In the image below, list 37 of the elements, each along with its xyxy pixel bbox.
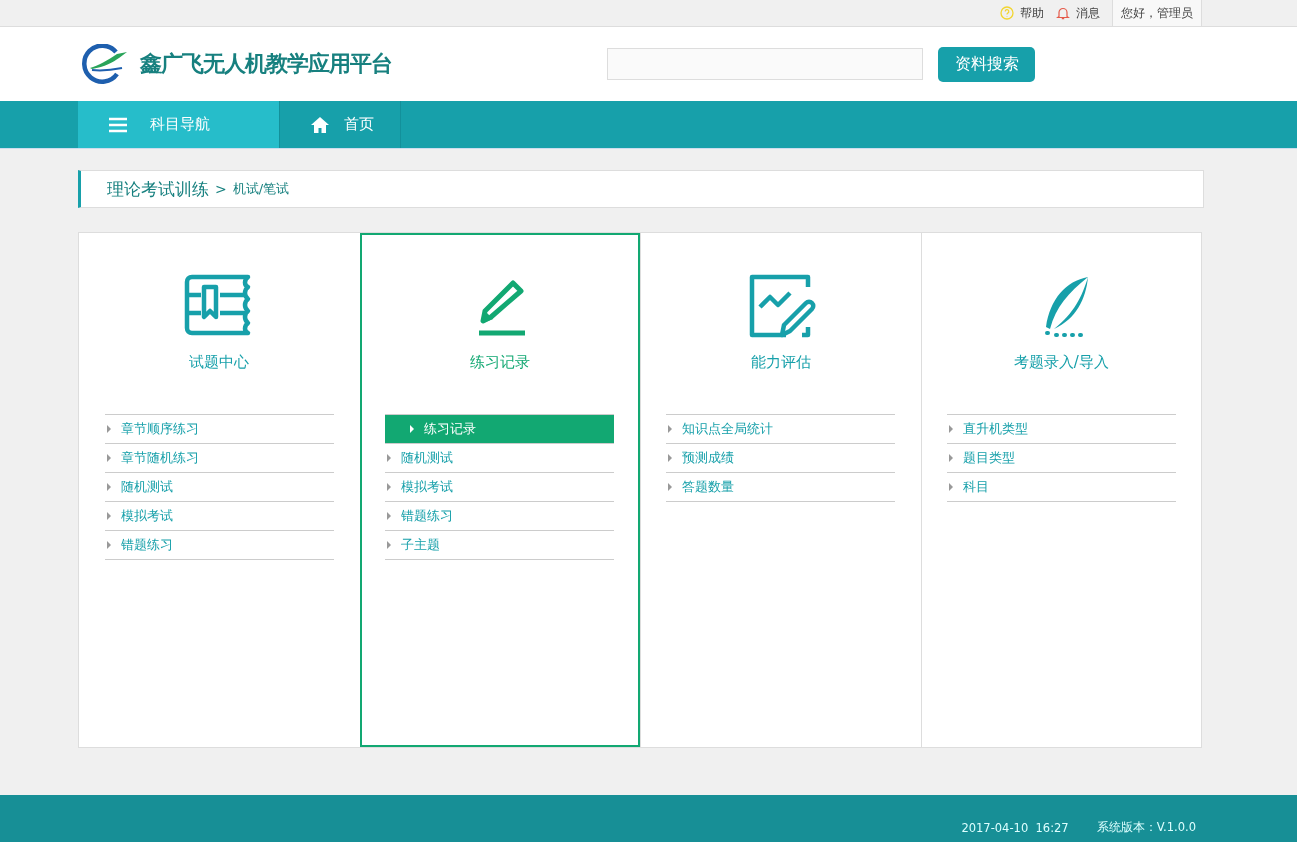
menu-icon xyxy=(108,116,128,133)
menu-item[interactable]: 知识点全局统计 xyxy=(666,415,896,444)
menu-item[interactable]: 模拟考试 xyxy=(385,473,615,502)
messages-link[interactable]: 消息 xyxy=(1056,4,1100,22)
card-title: 考题录入/导入 xyxy=(1013,353,1109,372)
menu-item[interactable]: 错题练习 xyxy=(385,502,615,531)
breadcrumb-page: 机试/笔试 xyxy=(232,180,290,198)
menu-item[interactable]: 随机测试 xyxy=(104,473,334,502)
menu-item[interactable]: 错题练习 xyxy=(104,531,334,560)
menu-item[interactable]: 科目 xyxy=(946,473,1176,502)
home-icon xyxy=(310,115,330,134)
menu-item[interactable]: 题目类型 xyxy=(946,444,1176,473)
menu-item[interactable]: 答题数量 xyxy=(666,473,896,502)
menu-item[interactable]: 练习记录 xyxy=(385,415,615,444)
menu-item[interactable]: 预测成绩 xyxy=(666,444,896,473)
nav-tab[interactable]: 科目导航 xyxy=(78,101,280,148)
card-title: 能力评估 xyxy=(750,353,811,372)
card-title: 练习记录 xyxy=(469,353,530,372)
menu-item[interactable]: 章节顺序练习 xyxy=(104,415,334,444)
menu-item[interactable]: 章节随机练习 xyxy=(104,444,334,473)
menu-item[interactable]: 随机测试 xyxy=(385,444,615,473)
help-icon xyxy=(1000,6,1014,20)
search-field[interactable] xyxy=(607,48,923,80)
menu-item[interactable]: 子主题 xyxy=(385,531,615,560)
footer-version: 系统版本：V.1.0.0 xyxy=(1096,820,1196,835)
user-greeting: 您好，管理员 xyxy=(1112,0,1202,26)
help-link[interactable]: 帮助 xyxy=(1000,4,1044,22)
bell-icon xyxy=(1056,6,1070,20)
menu-item[interactable]: 模拟考试 xyxy=(104,502,334,531)
breadcrumb-separator: > xyxy=(215,181,227,197)
card-title: 试题中心 xyxy=(189,353,250,372)
breadcrumb-section: 理论考试训练 xyxy=(107,177,209,201)
footer-datetime: 2017-04-10 16:27 xyxy=(961,821,1069,835)
logo-text: 鑫广飞无人机教学应用平台 xyxy=(140,50,392,78)
nav-tab[interactable]: 首页 xyxy=(280,101,401,148)
menu-item[interactable]: 直升机类型 xyxy=(946,415,1176,444)
search-button[interactable]: 资料搜索 xyxy=(938,46,1035,82)
